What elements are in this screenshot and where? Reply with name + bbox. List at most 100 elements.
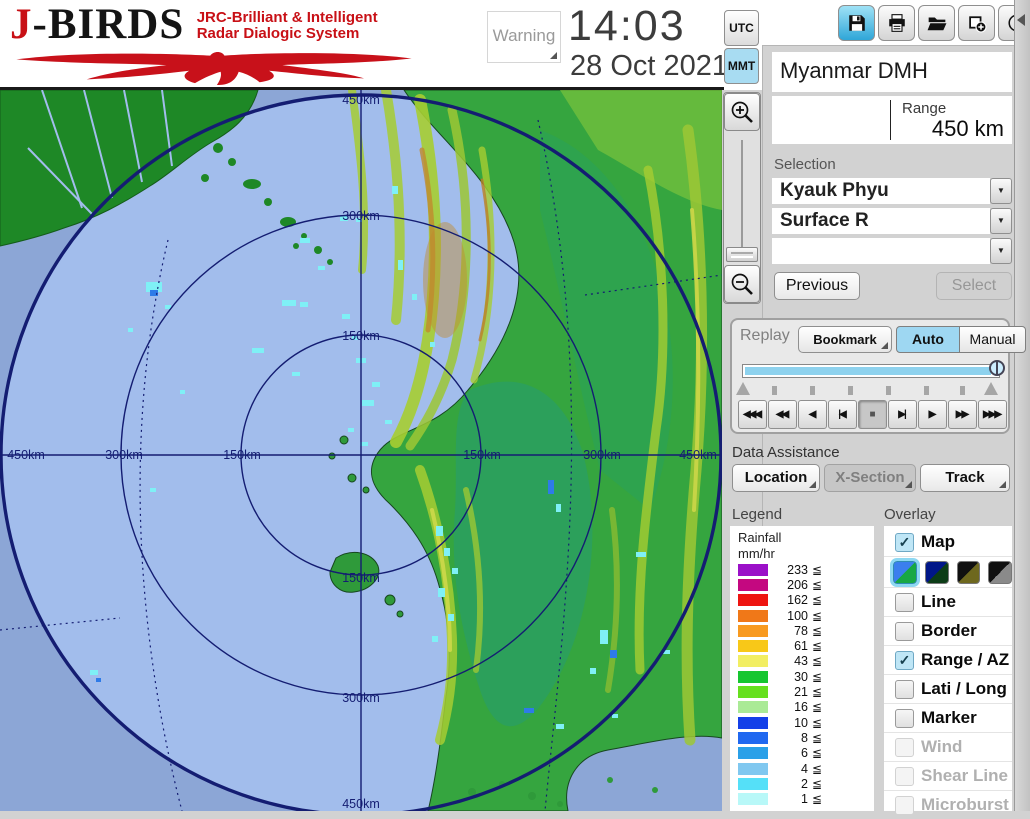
svg-text:150km: 150km bbox=[223, 448, 261, 462]
lte-symbol: ≦ bbox=[812, 777, 822, 791]
replay-group: Replay Bookmark Auto Manual ◀◀◀◀◀◀|◀■▶|▶… bbox=[730, 318, 1010, 434]
lte-symbol: ≦ bbox=[812, 654, 822, 668]
map-style-navy-darkgreen[interactable] bbox=[925, 561, 949, 584]
location-button[interactable]: Location bbox=[732, 464, 820, 492]
legend-swatch bbox=[738, 793, 768, 805]
legend-title: Legend bbox=[732, 506, 782, 523]
legend-swatch bbox=[738, 717, 768, 729]
map-style-blue-green[interactable] bbox=[893, 561, 917, 584]
legend-swatch bbox=[738, 763, 768, 775]
dropdown-arrow-icon[interactable]: ▼ bbox=[990, 178, 1012, 204]
selection-dropdown-1[interactable]: Kyauk Phyu bbox=[772, 178, 990, 204]
warning-button[interactable]: Warning bbox=[487, 11, 561, 63]
zoom-out-button[interactable] bbox=[724, 265, 760, 303]
replay-timeline-fill bbox=[745, 367, 991, 375]
overlay-item-label: Shear Line bbox=[921, 766, 1008, 786]
save-button[interactable] bbox=[838, 5, 875, 41]
manual-mode-button[interactable]: Manual bbox=[960, 326, 1026, 353]
range-az-checkbox[interactable] bbox=[895, 651, 914, 670]
station-name: Myanmar DMH bbox=[780, 58, 1012, 84]
line-checkbox[interactable] bbox=[895, 593, 914, 612]
zoom-in-button[interactable] bbox=[724, 93, 760, 131]
lte-symbol: ≦ bbox=[812, 685, 822, 699]
legend-row: 4≦ bbox=[738, 761, 874, 776]
svg-text:450km: 450km bbox=[7, 448, 45, 462]
select-button[interactable]: Select bbox=[936, 272, 1012, 300]
dropdown-arrow-icon[interactable]: ▼ bbox=[990, 208, 1012, 234]
replay-tick bbox=[886, 386, 891, 395]
step-back-button[interactable]: |◀ bbox=[828, 400, 857, 429]
zoom-slider-handle[interactable] bbox=[726, 247, 758, 262]
x-section-button[interactable]: X-Section bbox=[824, 464, 916, 492]
range-value: 450 km bbox=[932, 116, 1004, 142]
legend-value: 30 bbox=[776, 670, 808, 684]
legend-swatch bbox=[738, 686, 768, 698]
previous-button[interactable]: Previous bbox=[774, 272, 860, 300]
fast-forward-button[interactable]: ▶▶ bbox=[948, 400, 977, 429]
selection-label: Selection bbox=[774, 156, 836, 173]
bookmark-button[interactable]: Bookmark bbox=[798, 326, 892, 353]
utc-toggle-button[interactable]: UTC bbox=[724, 10, 759, 46]
selection-dropdown-3[interactable] bbox=[772, 238, 990, 264]
legend-value: 78 bbox=[776, 624, 808, 638]
track-button[interactable]: Track bbox=[920, 464, 1010, 492]
lte-symbol: ≦ bbox=[812, 746, 822, 760]
selection-dropdown-2[interactable]: Surface R bbox=[772, 208, 990, 234]
step-forward-button[interactable]: ▶| bbox=[888, 400, 917, 429]
rewind-button[interactable]: ◀◀ bbox=[768, 400, 797, 429]
zoom-slider-line bbox=[741, 140, 743, 250]
replay-range-start-marker[interactable] bbox=[736, 382, 750, 395]
add-image-button[interactable] bbox=[958, 5, 995, 41]
replay-slider-handle[interactable] bbox=[989, 360, 1005, 376]
legend-param: Rainfall bbox=[738, 530, 874, 546]
lte-symbol: ≦ bbox=[812, 639, 822, 653]
lati-long-checkbox[interactable] bbox=[895, 680, 914, 699]
open-folder-button[interactable] bbox=[918, 5, 955, 41]
overlay-item-label: Range / AZ bbox=[921, 650, 1009, 670]
rainfall-legend: Rainfall mm/hr 233≦206≦162≦100≦78≦61≦43≦… bbox=[730, 526, 874, 811]
legend-value: 8 bbox=[776, 731, 808, 745]
play-button[interactable]: ▶ bbox=[918, 400, 947, 429]
legend-value: 2 bbox=[776, 777, 808, 791]
shear-line-checkbox bbox=[895, 767, 914, 786]
collapse-arrow-icon[interactable] bbox=[1017, 14, 1025, 26]
radar-map[interactable]: 450km 300km 150km 150km 300km 450km 450k… bbox=[0, 90, 722, 811]
marker-checkbox[interactable] bbox=[895, 709, 914, 728]
legend-row: 2≦ bbox=[738, 776, 874, 791]
replay-label: Replay bbox=[740, 327, 790, 345]
legend-value: 1 bbox=[776, 792, 808, 806]
radar-map-area[interactable]: 450km 300km 150km 150km 300km 450km 450k… bbox=[0, 90, 722, 811]
lte-symbol: ≦ bbox=[812, 609, 822, 623]
auto-mode-button[interactable]: Auto bbox=[896, 326, 960, 353]
fast-rewind-button[interactable]: ◀◀◀ bbox=[738, 400, 767, 429]
legend-swatch bbox=[738, 732, 768, 744]
mmt-toggle-button[interactable]: MMT bbox=[724, 48, 759, 84]
play-back-button[interactable]: ◀ bbox=[798, 400, 827, 429]
dropdown-arrow-icon[interactable]: ▼ bbox=[990, 238, 1012, 264]
legend-swatch bbox=[738, 701, 768, 713]
lte-symbol: ≦ bbox=[812, 624, 822, 638]
clock-date: 28 Oct 2021 bbox=[570, 50, 728, 83]
replay-timeline-slider[interactable] bbox=[742, 364, 1000, 378]
overlay-item-label: Lati / Long bbox=[921, 679, 1007, 699]
lte-symbol: ≦ bbox=[812, 762, 822, 776]
border-checkbox[interactable] bbox=[895, 622, 914, 641]
svg-text:150km: 150km bbox=[342, 571, 380, 585]
overlay-panel: MapLineBorderRange / AZLati / LongMarker… bbox=[884, 526, 1012, 811]
panel-collapse-strip bbox=[1014, 0, 1030, 811]
legend-row: 233≦ bbox=[738, 562, 874, 577]
svg-text:300km: 300km bbox=[583, 448, 621, 462]
print-button[interactable] bbox=[878, 5, 915, 41]
legend-row: 6≦ bbox=[738, 746, 874, 761]
stop-button[interactable]: ■ bbox=[858, 400, 887, 429]
map-style-black-olive[interactable] bbox=[957, 561, 981, 584]
legend-value: 4 bbox=[776, 762, 808, 776]
legend-value: 10 bbox=[776, 716, 808, 730]
playback-controls: ◀◀◀◀◀◀|◀■▶|▶▶▶▶▶▶ bbox=[738, 400, 1007, 429]
fastest-forward-button[interactable]: ▶▶▶ bbox=[978, 400, 1007, 429]
overlay-item-label: Marker bbox=[921, 708, 977, 728]
map-style-black-gray[interactable] bbox=[988, 561, 1012, 584]
replay-range-end-marker[interactable] bbox=[984, 382, 998, 395]
legend-row: 162≦ bbox=[738, 593, 874, 608]
map-checkbox[interactable] bbox=[895, 533, 914, 552]
